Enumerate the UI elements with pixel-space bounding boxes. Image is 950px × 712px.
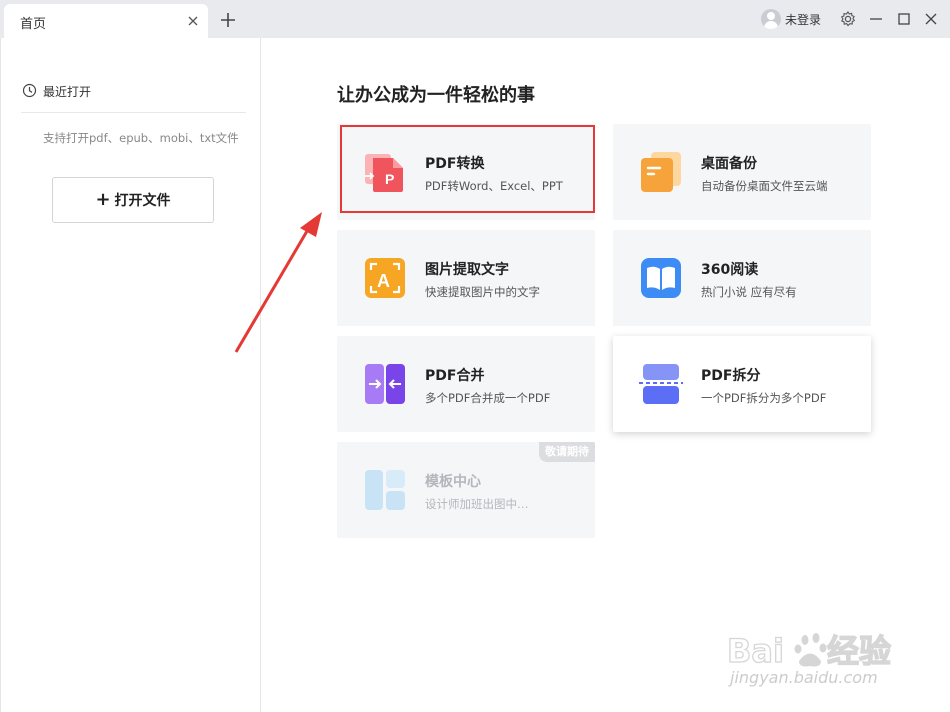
supported-formats-text: 支持打开pdf、epub、mobi、txt文件	[43, 131, 239, 145]
card-desktop-backup[interactable]: 桌面备份 自动备份桌面文件至云端	[613, 124, 871, 220]
highlight-box	[340, 125, 595, 213]
open-file-label: 打开文件	[114, 193, 171, 209]
card-title: PDF合并	[425, 368, 485, 384]
recent-files-label: 最近打开	[43, 85, 92, 99]
plus-icon: +	[95, 189, 111, 210]
card-description: 快速提取图片中的文字	[425, 285, 540, 299]
card-title: 模板中心	[425, 474, 481, 490]
card-image-ocr[interactable]: A 图片提取文字 快速提取图片中的文字	[337, 230, 595, 326]
pdf-merge-icon	[365, 364, 405, 404]
close-window-icon[interactable]	[922, 10, 940, 28]
card-template-center: 模板中心 设计师加班出图中… 敬请期待	[337, 442, 595, 538]
svg-text:Bai: Bai	[727, 632, 784, 670]
desktop-backup-icon	[641, 152, 681, 192]
divider	[21, 112, 246, 113]
tab-home[interactable]: 首页	[4, 4, 208, 38]
card-title: 360阅读	[701, 262, 759, 278]
login-status[interactable]: 未登录	[785, 11, 821, 28]
card-description: 一个PDF拆分为多个PDF	[701, 391, 827, 405]
card-title: 桌面备份	[701, 156, 757, 172]
close-icon[interactable]	[186, 14, 200, 28]
svg-text:A: A	[377, 271, 390, 291]
minimize-icon[interactable]	[867, 10, 885, 28]
sidebar: 最近打开 支持打开pdf、epub、mobi、txt文件 + 打开文件	[0, 38, 261, 712]
add-tab-icon[interactable]	[218, 10, 238, 30]
pdf-split-icon	[639, 364, 683, 404]
maximize-icon[interactable]	[895, 10, 913, 28]
card-pdf-merge[interactable]: PDF合并 多个PDF合并成一个PDF	[337, 336, 595, 432]
card-title: 图片提取文字	[425, 262, 509, 278]
clock-icon	[22, 83, 37, 98]
card-pdf-split[interactable]: PDF拆分 一个PDF拆分为多个PDF	[613, 336, 871, 432]
avatar[interactable]	[761, 9, 781, 29]
card-description: 多个PDF合并成一个PDF	[425, 391, 551, 405]
open-file-button[interactable]: + 打开文件	[52, 177, 214, 223]
annotation-arrow-icon	[234, 212, 322, 353]
watermark-url: jingyan.baidu.com	[730, 668, 878, 687]
template-center-icon	[365, 470, 405, 510]
svg-text:经验: 经验	[827, 632, 891, 670]
card-description: 设计师加班出图中…	[425, 497, 529, 511]
book-reader-icon	[641, 258, 681, 298]
title-bar: 首页 未登录	[0, 0, 950, 38]
gear-icon[interactable]	[839, 10, 857, 28]
card-title: PDF拆分	[701, 368, 761, 384]
card-360-reader[interactable]: 360阅读 热门小说 应有尽有	[613, 230, 871, 326]
card-description: 热门小说 应有尽有	[701, 285, 797, 299]
image-ocr-icon: A	[365, 258, 405, 298]
card-description: 自动备份桌面文件至云端	[701, 179, 828, 193]
coming-soon-badge: 敬请期待	[539, 442, 595, 462]
tab-label: 首页	[20, 17, 47, 32]
page-title: 让办公成为一件轻松的事	[337, 85, 535, 106]
